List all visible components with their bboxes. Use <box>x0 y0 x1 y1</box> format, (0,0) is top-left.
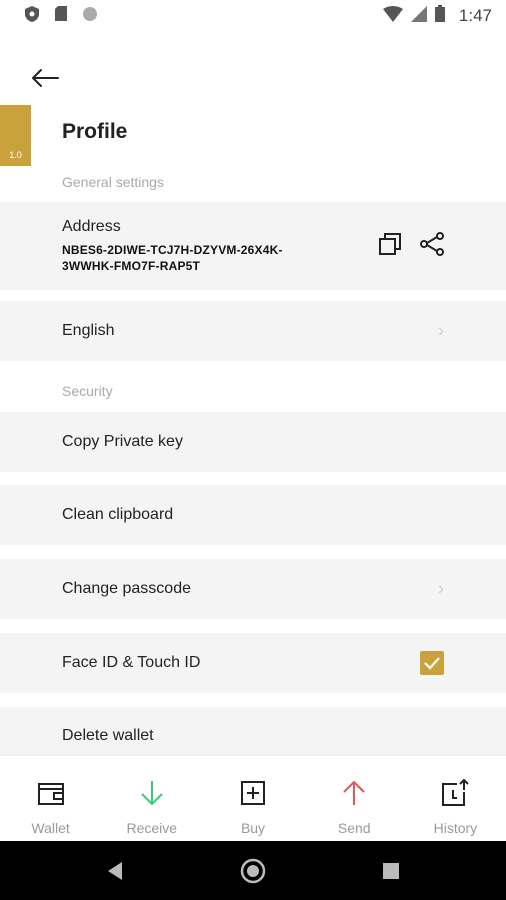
clean-clipboard-row[interactable]: Clean clipboard <box>0 485 506 545</box>
nav-buy-label: Buy <box>240 820 266 836</box>
face-id-label: Face ID & Touch ID <box>62 654 201 671</box>
arrow-up-icon <box>339 778 369 808</box>
nav-history[interactable]: History <box>405 756 506 841</box>
wifi-icon <box>382 5 403 27</box>
chevron-right-icon: › <box>438 320 444 341</box>
arrow-down-icon <box>137 778 167 808</box>
language-label: English <box>62 322 115 339</box>
signal-icon <box>410 5 427 27</box>
copy-icon <box>379 233 401 255</box>
shield-icon <box>24 5 40 28</box>
nav-receive[interactable]: Receive <box>101 756 202 841</box>
version-label: 1.0 <box>9 150 22 160</box>
status-bar: 1:47 <box>0 0 506 32</box>
change-passcode-row[interactable]: Change passcode › <box>0 559 506 619</box>
status-time: 1:47 <box>458 6 492 25</box>
triangle-back-icon <box>108 861 122 880</box>
nav-history-label: History <box>433 820 478 836</box>
share-address-button[interactable] <box>418 230 446 258</box>
nav-send-label: Send <box>337 820 371 836</box>
address-title: Address <box>62 218 121 235</box>
face-id-checkbox[interactable] <box>420 651 444 675</box>
address-value: NBES6-2DIWE-TCJ7H-DZYVM-26X4K-3WWHK-FMO7… <box>62 243 283 273</box>
copy-private-key-label: Copy Private key <box>62 433 183 450</box>
nav-wallet-label: Wallet <box>31 820 70 836</box>
share-icon <box>420 232 444 256</box>
change-passcode-label: Change passcode <box>62 580 191 597</box>
copy-private-key-row[interactable]: Copy Private key <box>0 412 506 472</box>
language-row[interactable]: English › <box>0 301 506 361</box>
security-label: Security <box>62 383 113 399</box>
square-recents-icon <box>383 862 399 879</box>
version-tag: 1.0 <box>0 105 31 166</box>
nav-send[interactable]: Send <box>304 756 405 841</box>
chevron-right-icon: › <box>438 578 444 599</box>
circle-home-icon <box>240 858 266 883</box>
address-row: Address NBES6-2DIWE-TCJ7H-DZYVM-26X4K-3W… <box>0 202 506 290</box>
system-navigation-bar <box>0 841 506 900</box>
system-recents-button[interactable] <box>378 858 404 884</box>
plus-box-icon <box>238 778 268 808</box>
copy-address-button[interactable] <box>376 230 404 258</box>
delete-wallet-row[interactable]: Delete wallet <box>0 707 506 755</box>
page-title: Profile <box>62 120 128 143</box>
history-icon <box>440 778 470 808</box>
battery-icon <box>434 5 445 27</box>
back-button[interactable] <box>28 62 62 94</box>
arrow-left-icon <box>32 69 59 87</box>
nav-receive-label: Receive <box>126 820 178 836</box>
nav-buy[interactable]: Buy <box>202 756 303 841</box>
system-home-button[interactable] <box>240 858 266 884</box>
checkmark-icon <box>424 657 440 670</box>
delete-wallet-label: Delete wallet <box>62 727 154 744</box>
general-settings-label: General settings <box>62 174 164 190</box>
nav-wallet[interactable]: Wallet <box>0 756 101 841</box>
clean-clipboard-label: Clean clipboard <box>62 506 174 523</box>
bottom-navigation: Wallet Receive Buy Send History <box>0 755 506 841</box>
sim-card-icon <box>54 5 68 27</box>
system-back-button[interactable] <box>102 858 128 884</box>
circle-icon <box>82 6 98 27</box>
face-id-row: Face ID & Touch ID <box>0 633 506 693</box>
wallet-icon <box>36 778 66 808</box>
